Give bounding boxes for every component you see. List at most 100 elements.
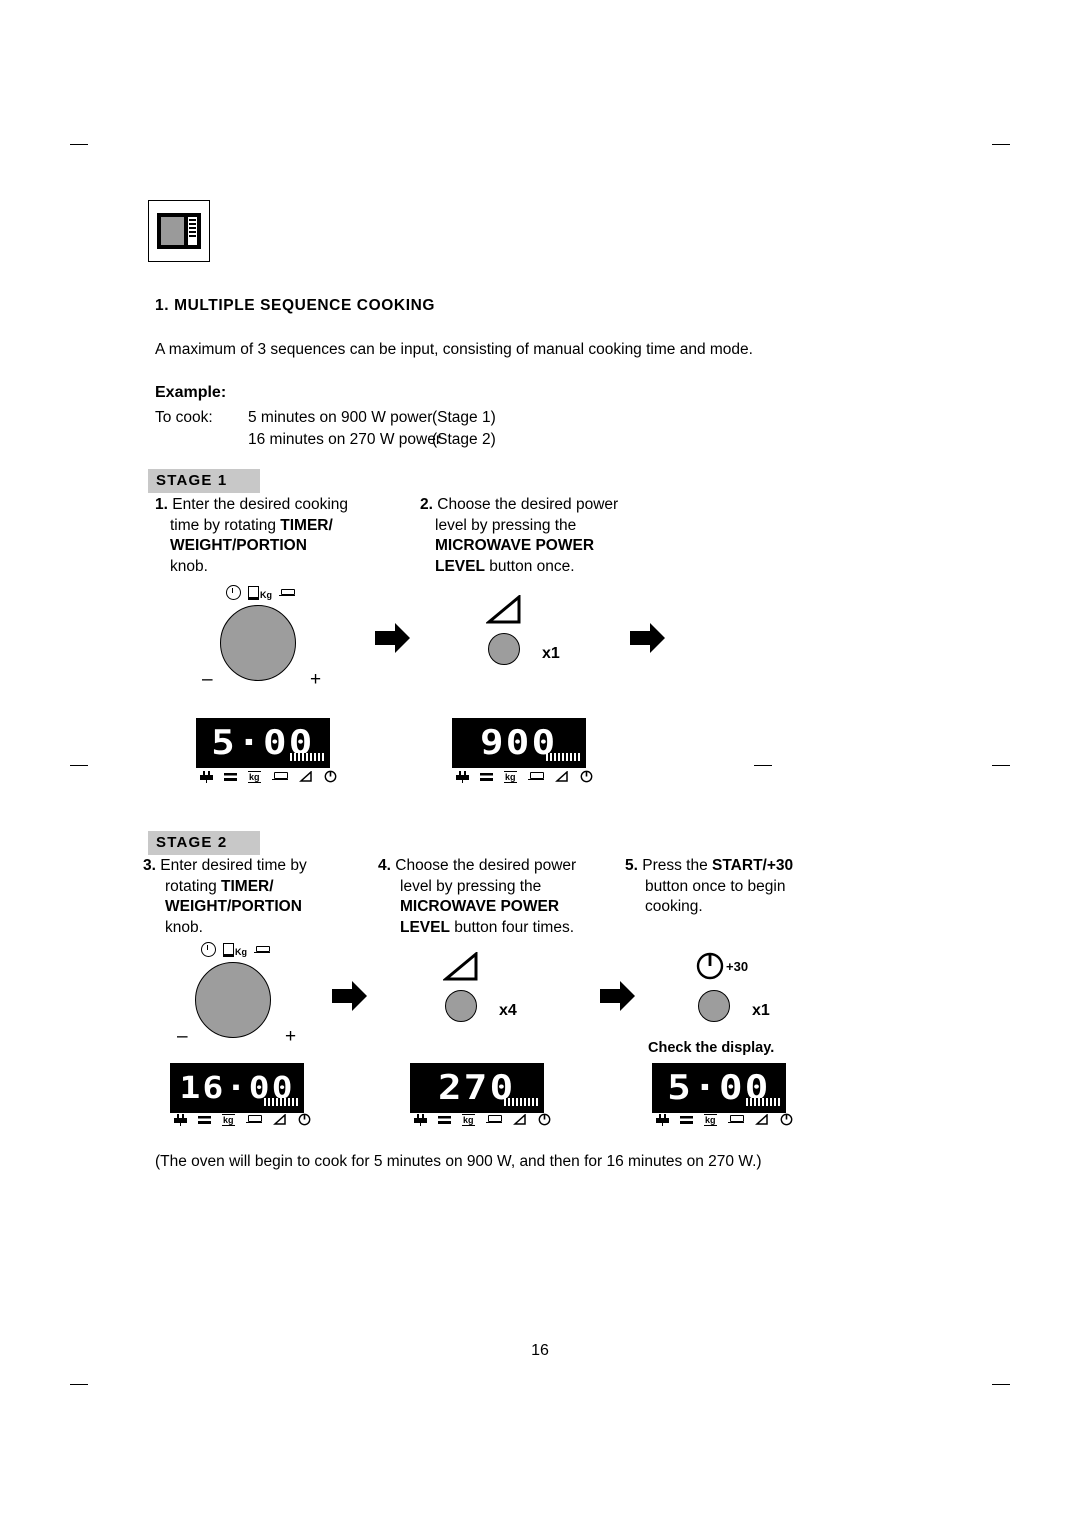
- step-5-text: 5. Press the START/+30 button once to be…: [625, 856, 855, 918]
- step-2-line-4-rest: button once.: [484, 557, 575, 575]
- check-display-note: Check the display.: [648, 1040, 775, 1056]
- step-2-number: 2.: [420, 496, 433, 513]
- plug-icon: [456, 770, 469, 783]
- example-label: Example:: [155, 384, 227, 401]
- start-icon: [538, 1113, 551, 1126]
- step-1-line-1: Enter the desired cooking: [172, 496, 349, 513]
- section-title-text: MULTIPLE SEQUENCE COOKING: [174, 297, 436, 314]
- arrow-right-icon: [332, 980, 368, 1017]
- crop-mark: [70, 1384, 88, 1385]
- defrost-icon: [224, 771, 237, 783]
- display-bar-indicator: [290, 753, 324, 761]
- knob-plus-label: +: [310, 669, 322, 690]
- crop-mark: [992, 1384, 1010, 1385]
- kg-icon: kg: [504, 770, 517, 783]
- step-3-line-2-pre: rotating: [165, 877, 222, 895]
- display-panel-5-00: 5·00: [196, 718, 330, 768]
- display-bar-indicator: [746, 1098, 780, 1106]
- crop-mark: [754, 765, 772, 766]
- power-level-triangle-icon: [298, 769, 313, 783]
- plate-icon: [271, 771, 288, 782]
- step-4-number: 4.: [378, 857, 391, 874]
- power-level-button-dial[interactable]: [445, 990, 477, 1022]
- step-2-line-1: Choose the desired power: [437, 496, 619, 513]
- display-icon-row: kg: [456, 769, 593, 783]
- press-count-x1: x1: [752, 1002, 770, 1019]
- step-4-line-2: level by pressing the: [400, 877, 542, 895]
- start-icon: [324, 770, 337, 783]
- step-5-line-2: button once to begin: [645, 877, 786, 895]
- knob-plus-label: +: [285, 1026, 297, 1047]
- display-bar-indicator: [504, 1098, 538, 1106]
- timer-knob-label: TIMER/: [221, 877, 274, 895]
- to-cook-stage-2: (Stage 2): [432, 431, 496, 448]
- defrost-icon: [438, 1114, 451, 1126]
- power-level-button-dial[interactable]: [488, 633, 520, 665]
- microwave-power-label: MICROWAVE POWER: [400, 898, 560, 915]
- plate-icon: [245, 1114, 262, 1125]
- microwave-power-level-button-2[interactable]: x4: [437, 952, 547, 1042]
- press-count-x4: x4: [499, 1002, 517, 1019]
- crop-mark: [992, 765, 1010, 766]
- step-1-line-2-pre: time by rotating: [170, 516, 281, 534]
- step-4-line-1: Choose the desired power: [395, 857, 577, 874]
- closing-note: (The oven will begin to cook for 5 minut…: [155, 1153, 762, 1170]
- intro-paragraph: A maximum of 3 sequences can be input, c…: [155, 341, 753, 358]
- knob-dial[interactable]: [220, 605, 296, 681]
- plate-icon: [527, 771, 544, 782]
- plate-icon: [485, 1114, 502, 1125]
- display-icon-row: kg: [200, 769, 337, 783]
- plug-icon: [200, 770, 213, 783]
- defrost-icon: [680, 1114, 693, 1126]
- step-3-line-1: Enter desired time by: [160, 857, 307, 874]
- press-count-x1: x1: [542, 645, 560, 662]
- display-panel-5-00-final: 5·00: [652, 1063, 786, 1113]
- oven-control-panel: [188, 217, 197, 245]
- microwave-oven-icon: [148, 200, 210, 262]
- to-cook-line-1: 5 minutes on 900 W power: [248, 409, 433, 426]
- start-icon: [780, 1113, 793, 1126]
- plug-icon: [174, 1113, 187, 1126]
- to-cook-label: To cook:: [155, 409, 213, 426]
- clock-icon: [226, 585, 241, 600]
- start-button-dial[interactable]: [698, 990, 730, 1022]
- weight-portion-label: WEIGHT/PORTION: [170, 537, 307, 554]
- level-button-label: LEVEL: [435, 557, 485, 575]
- crop-mark: [70, 765, 88, 766]
- power-level-triangle-icon: [754, 1112, 769, 1126]
- to-cook-line-2: 16 minutes on 270 W power: [248, 431, 441, 448]
- microwave-power-label: MICROWAVE POWER: [435, 537, 595, 554]
- timer-weight-portion-knob-1[interactable]: Kg – +: [200, 585, 340, 700]
- kg-icon: kg: [462, 1113, 475, 1126]
- plug-icon: [656, 1113, 669, 1126]
- crop-mark: [70, 144, 88, 145]
- start-plus-30-label: START/+30: [712, 857, 794, 874]
- microwave-power-level-button-1[interactable]: x1: [480, 595, 590, 685]
- section-number: 1.: [155, 297, 170, 314]
- plug-icon: [414, 1113, 427, 1126]
- step-3-number: 3.: [143, 857, 156, 874]
- step-2-line-2: level by pressing the: [435, 516, 577, 534]
- step-1-line-4: knob.: [170, 557, 208, 575]
- timer-weight-portion-knob-2[interactable]: Kg – +: [175, 942, 315, 1057]
- level-button-label: LEVEL: [400, 918, 450, 936]
- crop-mark: [992, 144, 1010, 145]
- step-2-text: 2. Choose the desired power level by pre…: [420, 495, 660, 577]
- start-plus-30-text: +30: [726, 958, 749, 974]
- stage-2-header: STAGE 2: [148, 831, 260, 855]
- step-4-text: 4. Choose the desired power level by pre…: [378, 856, 623, 938]
- start-icon: [298, 1113, 311, 1126]
- display-bar-indicator: [264, 1098, 298, 1106]
- display-icon-row: kg: [414, 1112, 551, 1126]
- stage-1-header: STAGE 1: [148, 469, 260, 493]
- to-cook-stage-1: (Stage 1): [432, 409, 496, 426]
- start-plus-30-button[interactable]: +30 x1 Check the display.: [648, 952, 820, 1062]
- step-1-text: 1. Enter the desired cooking time by rot…: [155, 495, 405, 577]
- start-icon: [580, 770, 593, 783]
- knob-icon-row: Kg: [226, 585, 295, 600]
- step-5-line-3: cooking.: [645, 898, 703, 915]
- step-3-line-4: knob.: [165, 918, 203, 936]
- knob-dial[interactable]: [195, 962, 271, 1038]
- manual-page: 1. MULTIPLE SEQUENCE COOKING A maximum o…: [0, 0, 1080, 1528]
- kg-icon: Kg: [223, 942, 247, 957]
